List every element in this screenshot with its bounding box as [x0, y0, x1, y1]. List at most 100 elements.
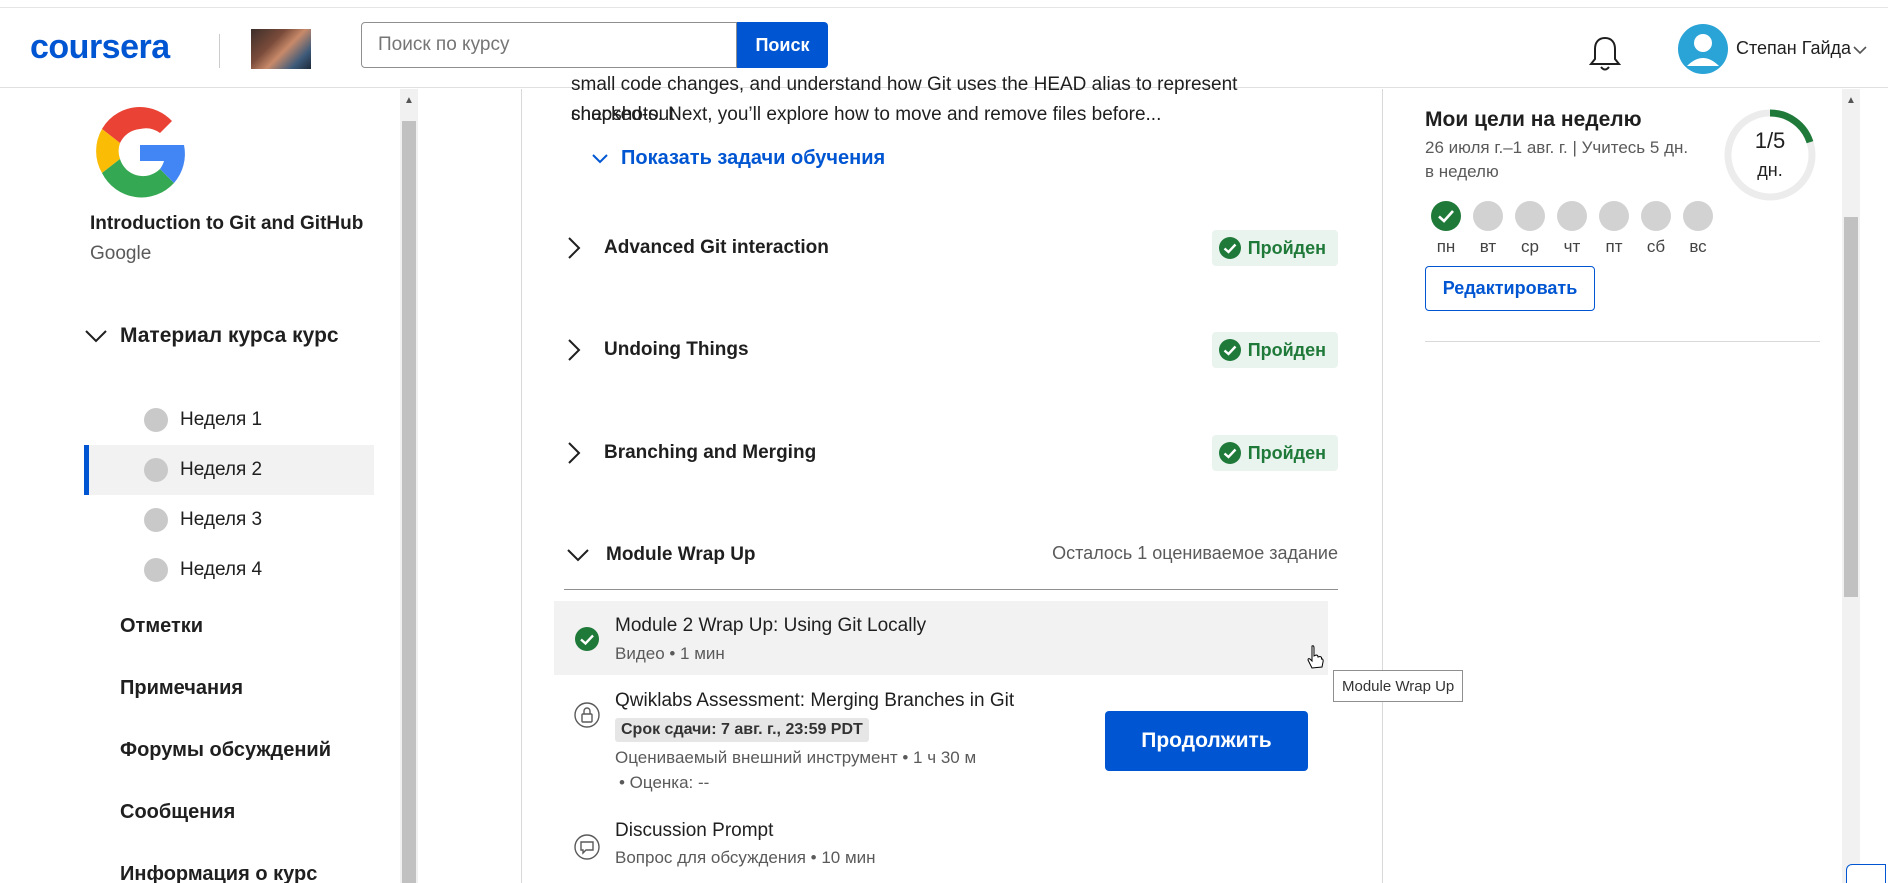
status-badge: Пройден	[1211, 230, 1338, 266]
scrollbar-thumb[interactable]	[402, 121, 416, 883]
weekday-label: сб	[1646, 237, 1666, 256]
weekday-пт: пт	[1598, 201, 1630, 257]
sidebar-item-week-4[interactable]: Неделя 4	[84, 545, 374, 595]
item-title: Module 2 Wrap Up: Using Git Locally	[615, 615, 927, 636]
coursera-logo[interactable]: coursera	[30, 28, 170, 67]
item-meta: Оцениваемый внешний инструмент • 1 ч 30 …	[615, 748, 977, 767]
chat-icon	[574, 834, 600, 860]
weekday-label: ср	[1521, 237, 1539, 256]
course-title[interactable]: Introduction to Git and GitHub	[90, 213, 363, 235]
sidebar-item-week-3[interactable]: Неделя 3	[84, 495, 374, 545]
user-name[interactable]: Степан Гайда	[1736, 38, 1851, 59]
top-edge	[0, 0, 1888, 8]
google-logo	[96, 107, 185, 198]
page: coursera Поиск Степан Гайда Introdu	[0, 0, 1888, 883]
check-circle-icon	[1431, 201, 1461, 231]
edit-goals-button[interactable]: Редактировать	[1425, 266, 1595, 311]
weekday-ср: ср	[1514, 201, 1546, 257]
item-title: Qwiklabs Assessment: Merging Branches in…	[615, 690, 1015, 711]
weekday-вт: вт	[1472, 201, 1504, 257]
chevron-down-icon	[85, 330, 107, 343]
scrollbar-thumb[interactable]	[1844, 217, 1858, 597]
user-icon	[1687, 34, 1719, 66]
scroll-up-icon[interactable]: ▲	[1846, 95, 1856, 106]
empty-circle-icon	[1641, 201, 1671, 231]
check-circle-icon	[1218, 442, 1241, 464]
course-material-label: Материал курса курс	[120, 324, 339, 347]
module-row[interactable]: Branching and Merging Пройден	[566, 433, 1338, 473]
weekly-goals-title: Мои цели на неделю	[1425, 108, 1642, 131]
check-circle-icon	[575, 627, 599, 651]
lock-icon	[574, 702, 600, 728]
item-grade: • Оценка: --	[619, 773, 710, 792]
status-label: Пройден	[1247, 442, 1326, 463]
weekday-label: чт	[1563, 237, 1581, 256]
scroll-up-icon[interactable]: ▲	[404, 95, 414, 106]
sidebar-link-forums[interactable]: Форумы обсуждений	[120, 739, 331, 762]
course-sidebar: Introduction to Git and GitHub Google Ма…	[0, 89, 400, 883]
show-learning-objectives-link[interactable]: Показать задачи обучения	[591, 147, 885, 170]
show-learning-objectives-label: Показать задачи обучения	[621, 147, 886, 169]
week-progress-icon	[144, 558, 168, 582]
week-label: Неделя 2	[180, 459, 263, 480]
item-meta: Вопрос для обсуждения • 10 мин	[615, 848, 876, 867]
logo-separator	[219, 34, 220, 68]
check-circle-icon	[1218, 339, 1241, 361]
chevron-down-icon[interactable]	[1852, 44, 1868, 56]
course-thumbnail[interactable]	[251, 29, 311, 69]
week-progress-icon	[144, 508, 168, 532]
sidebar-item-week-2[interactable]: Неделя 2	[84, 445, 374, 495]
list-item-video[interactable]: Module 2 Wrap Up: Using Git Locally Виде…	[554, 601, 1328, 675]
weekday-чт: чт	[1556, 201, 1588, 257]
chevron-down-icon	[592, 153, 608, 163]
empty-circle-icon	[1599, 201, 1629, 231]
help-icon[interactable]	[1846, 864, 1886, 883]
goal-progress-unit: дн.	[1757, 160, 1783, 180]
search-button[interactable]: Поиск	[737, 22, 828, 68]
module-wrap-up-toggle[interactable]: Module Wrap Up Осталось 1 оцениваемое за…	[566, 537, 1338, 573]
week-progress-icon	[144, 408, 168, 432]
module-title: Branching and Merging	[604, 442, 817, 463]
weekday-label: вт	[1479, 237, 1497, 256]
module-title: Advanced Git interaction	[604, 237, 829, 258]
page-scrollbar[interactable]: ▲	[1842, 89, 1860, 883]
item-title: Discussion Prompt	[615, 820, 774, 841]
item-meta: Видео • 1 мин	[615, 644, 725, 663]
sidebar-link-notes[interactable]: Примечания	[120, 677, 243, 700]
list-item-discussion[interactable]: Discussion Prompt Вопрос для обсуждения …	[554, 812, 1328, 882]
module-row[interactable]: Advanced Git interaction Пройден	[566, 228, 1338, 268]
sidebar-scrollbar[interactable]: ▲	[400, 89, 418, 883]
sidebar-item-week-1[interactable]: Неделя 1	[84, 395, 374, 445]
weekday-сб: сб	[1640, 201, 1672, 257]
sidebar-link-course-info[interactable]: Информация о курс	[120, 863, 317, 883]
module-title: Undoing Things	[604, 339, 749, 360]
week-progress-icon	[144, 458, 168, 482]
goal-progress-value: 1/5	[1754, 128, 1786, 153]
sidebar-link-messages[interactable]: Сообщения	[120, 801, 235, 824]
check-circle-icon	[1218, 237, 1241, 259]
empty-circle-icon	[1683, 201, 1713, 231]
empty-circle-icon	[1557, 201, 1587, 231]
chevron-right-icon	[568, 442, 581, 464]
avatar[interactable]	[1678, 24, 1728, 74]
continue-button[interactable]: Продолжить	[1105, 711, 1308, 771]
module-row[interactable]: Undoing Things Пройден	[566, 330, 1338, 370]
due-date-badge: Срок сдачи: 7 авг. г., 23:59 PDT	[615, 718, 869, 742]
weekday-вс: вс	[1682, 201, 1714, 257]
chevron-right-icon	[568, 339, 581, 361]
bell-icon[interactable]	[1588, 34, 1622, 74]
weekday-label: пн	[1436, 237, 1456, 256]
course-material-toggle[interactable]: Материал курса курс	[84, 321, 339, 351]
divider	[564, 589, 1338, 590]
module-description-line: snapshots. Next, you’ll explore how to m…	[571, 104, 1162, 125]
divider	[1425, 341, 1820, 342]
sidebar-link-grades[interactable]: Отметки	[120, 615, 203, 638]
remaining-assignments: Осталось 1 оцениваемое задание	[1052, 543, 1338, 563]
goal-progress-ring	[1724, 109, 1816, 201]
search-input[interactable]	[361, 22, 737, 68]
week-label: Неделя 1	[180, 409, 263, 430]
tooltip: Module Wrap Up	[1333, 670, 1464, 702]
empty-circle-icon	[1515, 201, 1545, 231]
module-title: Module Wrap Up	[606, 544, 756, 565]
status-label: Пройден	[1247, 237, 1326, 258]
